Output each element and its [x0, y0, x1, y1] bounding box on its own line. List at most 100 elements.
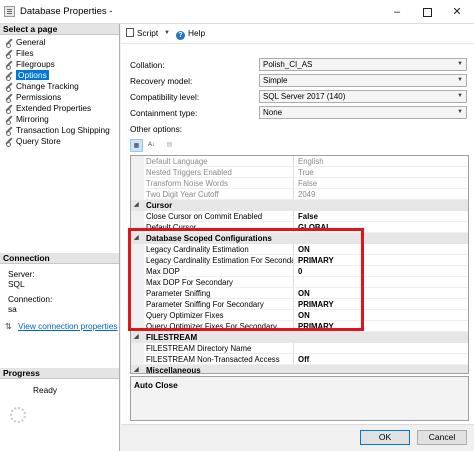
- property-category-row[interactable]: ◢ FILESTREAM: [131, 332, 468, 343]
- property-name: FILESTREAM Directory Name: [146, 343, 294, 354]
- select-page-header: Select a page: [0, 24, 119, 35]
- nav-item-query-store[interactable]: Query Store: [5, 136, 61, 147]
- wrench-icon: [5, 60, 13, 70]
- property-value[interactable]: True: [295, 167, 468, 178]
- script-button[interactable]: Script: [126, 28, 158, 38]
- window-title: Database Properties -: [20, 6, 113, 17]
- nav-item-transaction-log-shipping[interactable]: Transaction Log Shipping: [5, 125, 110, 136]
- collation-label: Collation:: [130, 60, 165, 70]
- collapse-chevron-icon[interactable]: ◢: [134, 200, 139, 211]
- wrench-icon: [5, 38, 13, 48]
- wrench-icon: [5, 49, 13, 59]
- alphabetical-icon[interactable]: A↓: [145, 139, 158, 152]
- view-connection-properties-link[interactable]: ⇅ View connection properties: [5, 321, 117, 331]
- script-dropdown-chevron-icon[interactable]: ▼: [164, 30, 170, 36]
- description-pane: Auto Close: [130, 376, 469, 421]
- help-icon: ?: [176, 31, 185, 40]
- recovery-model-select[interactable]: Simple ▼: [259, 74, 467, 87]
- property-row[interactable]: Transform Noise Words False: [131, 178, 468, 189]
- maximize-button[interactable]: [412, 0, 442, 24]
- server-value: SQL: [8, 279, 25, 289]
- recovery-model-label: Recovery model:: [130, 76, 193, 86]
- maximize-icon: [422, 7, 432, 17]
- nav-item-filegroups[interactable]: Filegroups: [5, 59, 55, 70]
- categorized-icon[interactable]: ▦: [130, 139, 143, 152]
- close-button[interactable]: ✕: [442, 0, 472, 24]
- options-page: Script ▼ ? Help Collation: Polish_CI_AS ▼ …: [121, 24, 474, 424]
- wrench-icon: [5, 126, 13, 136]
- collapse-chevron-icon[interactable]: ◢: [134, 332, 139, 343]
- wrench-icon: [5, 93, 13, 103]
- dialog-button-bar: OK Cancel: [121, 424, 474, 451]
- collation-select[interactable]: Polish_CI_AS ▼: [259, 58, 467, 71]
- property-row[interactable]: Close Cursor on Commit Enabled False: [131, 211, 468, 222]
- category-name: Cursor: [146, 201, 173, 210]
- property-row[interactable]: FILESTREAM Directory Name: [131, 343, 468, 354]
- property-pages-icon[interactable]: ▤: [163, 139, 176, 152]
- property-name: Two Digit Year Cutoff: [146, 189, 294, 200]
- wrench-icon: [5, 82, 13, 92]
- compatibility-level-label: Compatibility level:: [130, 92, 200, 102]
- property-row[interactable]: Default Language English: [131, 156, 468, 167]
- progress-header: Progress: [0, 368, 119, 379]
- row-gutter: [131, 211, 144, 222]
- property-name: Default Language: [146, 156, 294, 167]
- server-label: Server:: [8, 269, 35, 279]
- highlight-annotation-box: [128, 228, 364, 331]
- other-options-label: Other options:: [130, 124, 183, 134]
- wrench-icon: [5, 115, 13, 125]
- property-value[interactable]: [295, 343, 468, 354]
- help-button[interactable]: ? Help: [176, 28, 205, 40]
- property-value[interactable]: English: [295, 156, 468, 167]
- wrench-icon: [5, 104, 13, 114]
- collapse-chevron-icon[interactable]: ◢: [134, 365, 139, 373]
- property-value[interactable]: 2049: [295, 189, 468, 200]
- connection-value: sa: [8, 304, 17, 314]
- nav-item-permissions[interactable]: Permissions: [5, 92, 61, 103]
- nav-item-extended-properties[interactable]: Extended Properties: [5, 103, 91, 114]
- row-gutter: [131, 189, 144, 200]
- wrench-icon: [5, 137, 13, 147]
- property-value[interactable]: False: [295, 178, 468, 189]
- property-category-row[interactable]: ◢ Cursor: [131, 200, 468, 211]
- nav-item-general[interactable]: General: [5, 37, 46, 48]
- progress-spinner-icon: [10, 407, 26, 423]
- description-title: Auto Close: [134, 380, 178, 390]
- minimize-button[interactable]: –: [382, 0, 412, 24]
- property-name: Transform Noise Words: [146, 178, 294, 189]
- script-icon: [126, 28, 134, 37]
- database-properties-icon: [4, 6, 15, 17]
- row-gutter: [131, 343, 144, 354]
- property-row[interactable]: Nested Triggers Enabled True: [131, 167, 468, 178]
- property-value[interactable]: Off: [295, 354, 468, 365]
- property-row[interactable]: FILESTREAM Non-Transacted Access Off: [131, 354, 468, 365]
- wrench-icon: [5, 71, 13, 81]
- connection-icon: ⇅: [5, 322, 12, 331]
- nav-item-files[interactable]: Files: [5, 48, 34, 59]
- connection-header: Connection: [0, 253, 119, 264]
- category-name: Miscellaneous: [146, 366, 201, 374]
- property-value[interactable]: False: [295, 211, 468, 222]
- nav-item-change-tracking[interactable]: Change Tracking: [5, 81, 79, 92]
- title-bar: Database Properties - – ✕: [0, 0, 474, 24]
- containment-type-label: Containment type:: [130, 108, 198, 118]
- toolbar: Script ▼ ? Help: [121, 24, 474, 44]
- property-category-row[interactable]: ◢ Miscellaneous: [131, 365, 468, 374]
- compatibility-level-select[interactable]: SQL Server 2017 (140) ▼: [259, 90, 467, 103]
- property-row[interactable]: Two Digit Year Cutoff 2049: [131, 189, 468, 200]
- chevron-down-icon: ▼: [457, 93, 463, 99]
- row-gutter: [131, 167, 144, 178]
- row-gutter: [131, 178, 144, 189]
- chevron-down-icon: ▼: [457, 77, 463, 83]
- cancel-button[interactable]: Cancel: [417, 430, 467, 445]
- containment-type-select[interactable]: None ▼: [259, 106, 467, 119]
- property-name: FILESTREAM Non-Transacted Access: [146, 354, 294, 365]
- connection-label: Connection:: [8, 294, 53, 304]
- nav-item-options[interactable]: Options: [5, 70, 49, 81]
- ok-button[interactable]: OK: [360, 430, 410, 445]
- chevron-down-icon: ▼: [457, 61, 463, 67]
- category-name: FILESTREAM: [146, 333, 198, 342]
- property-name: Close Cursor on Commit Enabled: [146, 211, 294, 222]
- nav-item-mirroring[interactable]: Mirroring: [5, 114, 49, 125]
- chevron-down-icon: ▼: [457, 109, 463, 115]
